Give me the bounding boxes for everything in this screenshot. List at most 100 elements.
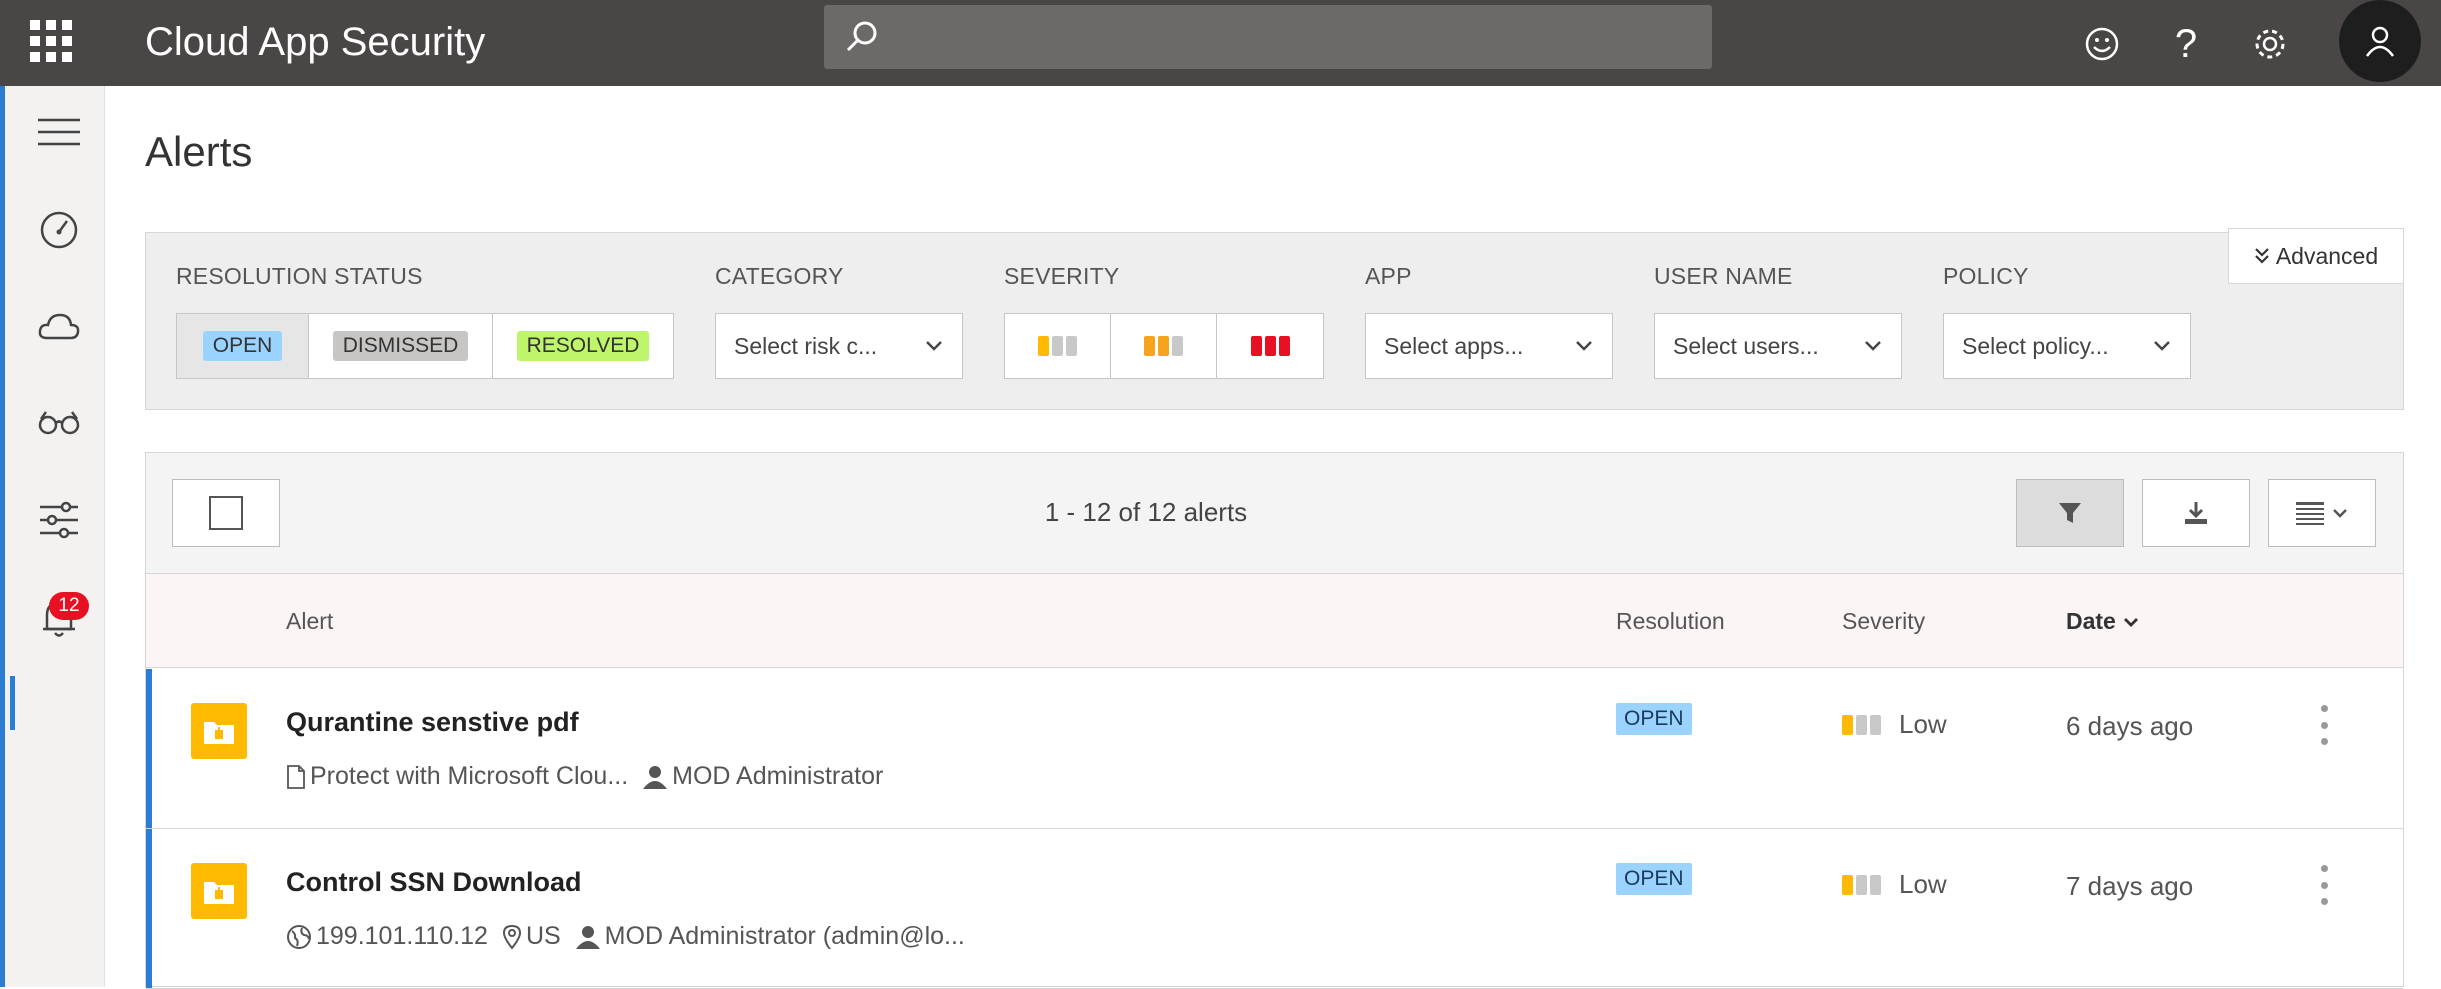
severity-indicator: Low bbox=[1842, 869, 1947, 900]
resolution-status-badge: OPEN bbox=[1616, 863, 1692, 895]
severity-label: SEVERITY bbox=[1004, 263, 1120, 289]
cloud-icon[interactable] bbox=[29, 296, 89, 356]
gear-icon[interactable] bbox=[2242, 16, 2298, 72]
policy-dropdown-value: Select policy... bbox=[1962, 333, 2109, 359]
severity-medium-option[interactable] bbox=[1111, 314, 1217, 378]
alert-meta-text: MOD Administrator (admin@lo... bbox=[604, 922, 965, 950]
alert-meta-item[interactable]: MOD Administrator bbox=[642, 762, 883, 791]
alert-meta-text: MOD Administrator bbox=[672, 762, 884, 790]
severity-text: Low bbox=[1899, 709, 1947, 739]
alert-date: 6 days ago bbox=[2066, 711, 2194, 741]
resolution-open-option[interactable]: OPEN bbox=[177, 314, 309, 378]
advanced-filters-button[interactable]: Advanced bbox=[2228, 228, 2404, 284]
search-box[interactable] bbox=[824, 5, 1712, 69]
column-header-resolution[interactable]: Resolution bbox=[1616, 608, 1725, 635]
alert-date: 7 days ago bbox=[2066, 871, 2194, 901]
filter-toggle-button[interactable] bbox=[2016, 479, 2124, 547]
alert-meta-text: 199.101.110.12 bbox=[316, 922, 488, 950]
severity-high-option[interactable] bbox=[1217, 314, 1323, 378]
download-icon bbox=[2185, 502, 2207, 524]
app-dropdown[interactable]: Select apps... bbox=[1365, 313, 1613, 379]
chevron-down-icon bbox=[1576, 341, 1592, 351]
columns-menu-button[interactable] bbox=[2268, 479, 2376, 547]
row-accent bbox=[146, 669, 152, 828]
category-dropdown[interactable]: Select risk c... bbox=[715, 313, 963, 379]
chevron-down-icon bbox=[926, 341, 942, 351]
resolution-dismissed-option[interactable]: DISMISSED bbox=[309, 314, 493, 378]
severity-indicator: Low bbox=[1842, 709, 1947, 740]
user-name-dropdown-value: Select users... bbox=[1673, 333, 1819, 359]
more-actions-icon[interactable] bbox=[2316, 865, 2332, 905]
alert-title[interactable]: Control SSN Download bbox=[286, 867, 581, 898]
resolution-status-label: RESOLUTION STATUS bbox=[176, 263, 423, 289]
alert-meta-text: US bbox=[525, 922, 561, 950]
app-launcher-icon[interactable] bbox=[30, 20, 72, 62]
document-icon bbox=[287, 764, 305, 789]
avatar[interactable] bbox=[2339, 0, 2421, 82]
advanced-label: Advanced bbox=[2275, 242, 2379, 269]
alert-meta-item[interactable]: Protect with Microsoft Clou... bbox=[286, 762, 628, 791]
app-dropdown-value: Select apps... bbox=[1384, 333, 1524, 359]
help-icon[interactable]: ? bbox=[2158, 16, 2214, 72]
resolution-status-toggle: OPEN DISMISSED RESOLVED bbox=[176, 313, 674, 379]
chevron-down-icon bbox=[2154, 341, 2170, 351]
policy-label: POLICY bbox=[1943, 263, 2029, 289]
search-icon bbox=[844, 19, 880, 60]
severity-low-icon bbox=[1038, 336, 1077, 356]
app-label: APP bbox=[1365, 263, 1412, 289]
alert-meta-item[interactable]: US bbox=[502, 922, 561, 951]
alert-meta: 199.101.110.12 US MOD Administrator (adm… bbox=[286, 922, 979, 951]
table-row[interactable]: Qurantine senstive pdf Protect with Micr… bbox=[146, 669, 2403, 829]
alert-meta: Protect with Microsoft Clou... MOD Admin… bbox=[286, 762, 897, 791]
resolution-status-badge: OPEN bbox=[1616, 703, 1692, 735]
column-header-date[interactable]: Date bbox=[2066, 608, 2140, 635]
table-toolbar: 1 - 12 of 12 alerts bbox=[146, 453, 2403, 574]
column-header-severity[interactable]: Severity bbox=[1842, 608, 1925, 635]
page-title: Alerts bbox=[145, 128, 253, 175]
user-name-label: USER NAME bbox=[1654, 263, 1793, 289]
chevron-down-icon bbox=[2333, 509, 2347, 518]
filter-panel: RESOLUTION STATUS OPEN DISMISSED RESOLVE… bbox=[145, 232, 2404, 410]
nav-selected-indicator bbox=[10, 676, 15, 730]
table-row[interactable]: Control SSN Download 199.101.110.12 US M… bbox=[146, 829, 2403, 989]
control-sliders-icon[interactable] bbox=[29, 490, 89, 550]
alert-title[interactable]: Qurantine senstive pdf bbox=[286, 707, 579, 738]
category-label: CATEGORY bbox=[715, 263, 844, 289]
severity-high-icon bbox=[1250, 336, 1290, 356]
severity-low-icon bbox=[1842, 714, 1881, 735]
alert-meta-text: Protect with Microsoft Clou... bbox=[310, 762, 629, 790]
alerts-count-badge: 12 bbox=[49, 592, 89, 620]
column-header-alert[interactable]: Alert bbox=[286, 608, 333, 635]
funnel-filter-icon bbox=[2059, 503, 2081, 523]
alert-meta-item[interactable]: 199.101.110.12 bbox=[286, 922, 488, 951]
severity-low-icon bbox=[1842, 874, 1881, 895]
chevron-down-icon bbox=[1865, 341, 1881, 351]
double-chevron-down-icon bbox=[2255, 248, 2269, 264]
hamburger-menu-icon[interactable] bbox=[29, 102, 89, 162]
export-button[interactable] bbox=[2142, 479, 2250, 547]
category-dropdown-value: Select risk c... bbox=[734, 333, 878, 359]
feedback-smiley-icon[interactable] bbox=[2074, 16, 2130, 72]
globe-icon bbox=[287, 924, 311, 949]
dashboard-gauge-icon[interactable] bbox=[29, 200, 89, 260]
app-title[interactable]: Cloud App Security bbox=[145, 14, 485, 70]
user-name-dropdown[interactable]: Select users... bbox=[1654, 313, 1902, 379]
alert-meta-item[interactable]: MOD Administrator (admin@lo... bbox=[575, 922, 965, 951]
severity-medium-icon bbox=[1144, 336, 1183, 356]
date-header-label: Date bbox=[2066, 608, 2116, 634]
sort-descending-icon bbox=[2123, 617, 2138, 627]
more-actions-icon[interactable] bbox=[2316, 705, 2332, 745]
user-icon bbox=[643, 765, 668, 789]
file-lock-alert-icon bbox=[191, 703, 247, 759]
severity-toggle bbox=[1004, 313, 1324, 379]
row-accent bbox=[146, 829, 152, 988]
alerts-table: 1 - 12 of 12 alerts Alert Resolution Sev… bbox=[145, 452, 2404, 989]
policy-dropdown[interactable]: Select policy... bbox=[1943, 313, 2191, 379]
file-lock-alert-icon bbox=[191, 863, 247, 919]
severity-low-option[interactable] bbox=[1005, 314, 1111, 378]
table-columns-icon bbox=[2296, 502, 2324, 525]
user-icon bbox=[575, 925, 600, 949]
glasses-investigate-icon[interactable] bbox=[29, 392, 89, 452]
resolution-resolved-option[interactable]: RESOLVED bbox=[493, 314, 673, 378]
left-navigation: 12 bbox=[5, 86, 105, 987]
